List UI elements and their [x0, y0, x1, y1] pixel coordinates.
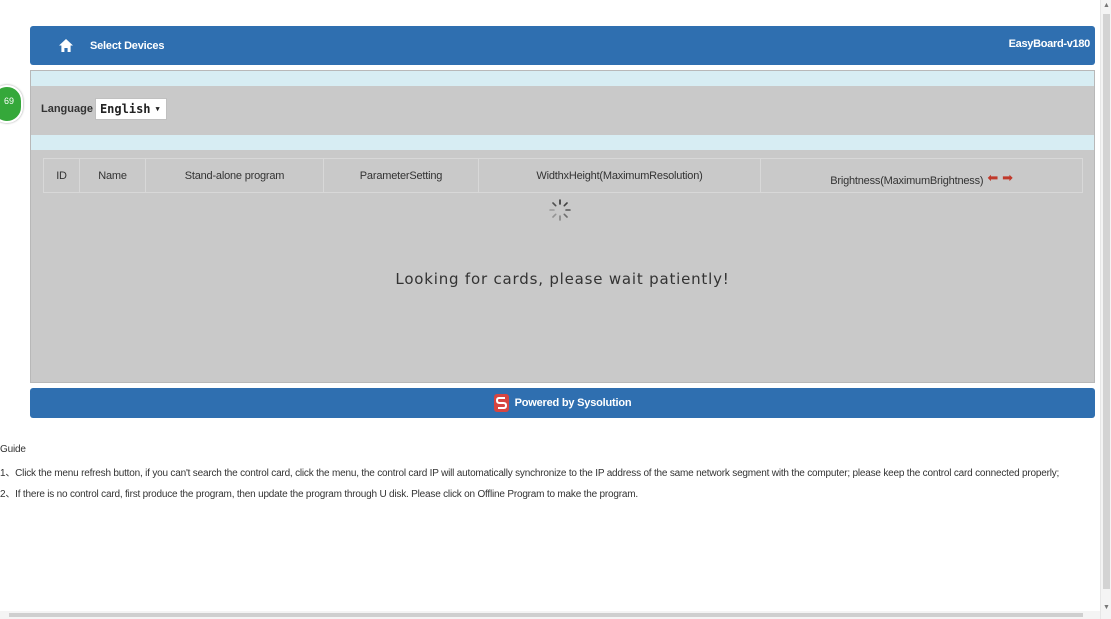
- horizontal-scroll-thumb[interactable]: [9, 613, 1083, 617]
- device-panel: Language English ▼ ID Name Stand-alone p…: [30, 70, 1095, 383]
- sysolution-logo-icon: [493, 394, 509, 412]
- side-badge[interactable]: 69: [0, 85, 23, 123]
- powered-by-text: Powered by Sysolution: [514, 397, 632, 409]
- footer-bar: Powered by Sysolution: [30, 388, 1095, 418]
- scroll-down-icon[interactable]: ▼: [1103, 604, 1110, 611]
- panel-strip-top: [31, 71, 1094, 86]
- language-select[interactable]: English ▼: [94, 98, 167, 120]
- guide-item: 2、If there is no control card, first pro…: [0, 489, 638, 500]
- language-label: Language: [41, 103, 93, 115]
- home-button[interactable]: [50, 30, 82, 62]
- guide-item: 1、Click the menu refresh button, if you …: [0, 468, 1060, 479]
- language-row: Language English ▼: [41, 98, 167, 120]
- version-label: EasyBoard-v180: [1008, 38, 1091, 50]
- column-brightness-label: Brightness(MaximumBrightness): [830, 174, 984, 187]
- home-icon: [59, 39, 73, 52]
- guide-section: Guide 1、Click the menu refresh button, i…: [0, 444, 1090, 509]
- top-bar: Select Devices EasyBoard-v180: [30, 26, 1095, 65]
- guide-title: Guide: [0, 444, 26, 455]
- column-brightness: Brightness(MaximumBrightness) ⬅ ➡: [761, 159, 1082, 192]
- arrow-right-icon[interactable]: ➡: [1002, 170, 1013, 186]
- column-standalone-program: Stand-alone program: [146, 159, 324, 192]
- page-title[interactable]: Select Devices: [90, 40, 164, 52]
- vertical-scroll-thumb[interactable]: [1103, 14, 1110, 589]
- language-selected-value: English: [99, 102, 151, 116]
- panel-strip-middle: [31, 135, 1094, 150]
- device-table-header: ID Name Stand-alone program ParameterSet…: [43, 158, 1083, 193]
- searching-message: Looking for cards, please wait patiently…: [395, 270, 730, 288]
- column-id: ID: [44, 159, 80, 192]
- horizontal-scrollbar[interactable]: [0, 611, 1100, 619]
- column-width-height: WidthxHeight(MaximumResolution): [479, 159, 761, 192]
- column-parameter-setting: ParameterSetting: [324, 159, 479, 192]
- loading-spinner-icon: [549, 199, 571, 221]
- column-name: Name: [80, 159, 146, 192]
- arrow-left-icon[interactable]: ⬅: [987, 170, 998, 186]
- caret-down-icon: ▼: [155, 105, 160, 113]
- side-badge-text: 69: [3, 96, 14, 106]
- vertical-scrollbar[interactable]: ▲ ▼: [1100, 0, 1111, 619]
- scroll-up-icon[interactable]: ▲: [1103, 2, 1110, 9]
